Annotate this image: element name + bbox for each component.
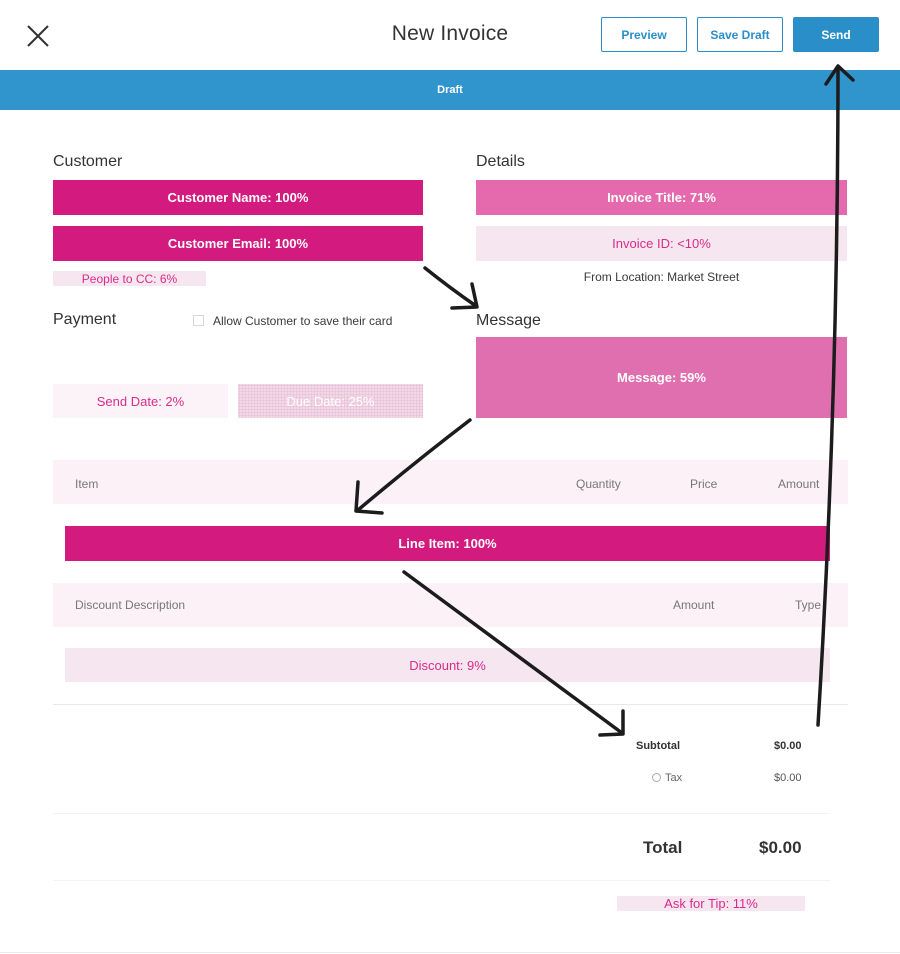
save-card-label: Allow Customer to save their card (213, 314, 393, 328)
people-to-cc-field[interactable]: People to CC: 6% (53, 271, 206, 286)
due-date-field[interactable]: Due Date: 25% (238, 384, 423, 418)
preview-button[interactable]: Preview (601, 17, 687, 52)
column-header-quantity: Quantity (576, 477, 621, 491)
customer-heading: Customer (53, 153, 123, 170)
customer-name-field[interactable]: Customer Name: 100% (53, 180, 423, 215)
total-label: Total (643, 838, 683, 857)
discount-field[interactable]: Discount: 9% (65, 648, 830, 682)
column-header-discount-type: Type (795, 598, 822, 612)
items-table-header (53, 460, 848, 504)
details-heading: Details (476, 153, 525, 170)
send-button[interactable]: Send (793, 17, 879, 52)
total-value: $0.00 (759, 838, 802, 857)
divider (53, 880, 830, 881)
line-item-field[interactable]: Line Item: 100% (65, 526, 830, 561)
save-card-checkbox[interactable] (193, 315, 204, 326)
column-header-discount-description: Discount Description (75, 598, 186, 612)
bottom-border (0, 952, 900, 953)
divider (53, 704, 848, 705)
send-date-field[interactable]: Send Date: 2% (53, 384, 228, 418)
ask-for-tip-field[interactable]: Ask for Tip: 11% (617, 896, 805, 911)
divider (53, 813, 830, 814)
column-header-price: Price (690, 477, 718, 491)
save-draft-button[interactable]: Save Draft (697, 17, 783, 52)
tax-label: Tax (665, 772, 683, 784)
subtotal-label: Subtotal (636, 740, 680, 752)
subtotal-value: $0.00 (774, 740, 802, 752)
column-header-amount: Amount (778, 477, 820, 491)
payment-heading: Payment (53, 311, 117, 328)
tax-value: $0.00 (774, 772, 802, 784)
column-header-item: Item (75, 477, 99, 491)
status-bar: Draft (0, 70, 900, 110)
invoice-id-field[interactable]: Invoice ID: <10% (476, 226, 847, 261)
message-heading: Message (476, 312, 541, 329)
message-field[interactable]: Message: 59% (476, 337, 847, 418)
column-header-discount-amount: Amount (673, 598, 715, 612)
customer-email-field[interactable]: Customer Email: 100% (53, 226, 423, 261)
from-location[interactable]: From Location: Market Street (476, 270, 847, 284)
tax-info-icon[interactable] (652, 773, 661, 782)
arrow-customer-to-message (423, 266, 478, 308)
invoice-title-field[interactable]: Invoice Title: 71% (476, 180, 847, 215)
